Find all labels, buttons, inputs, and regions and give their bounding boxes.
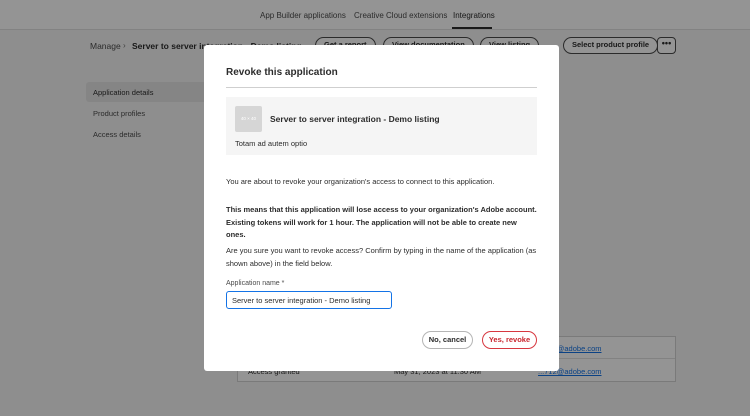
application-description: Totam ad autem optio	[235, 139, 308, 148]
revoke-intro-text: You are about to revoke your organizatio…	[226, 177, 495, 186]
application-name-label: Application name *	[226, 280, 284, 287]
revoke-dialog: Revoke this application 40 × 40 Server t…	[204, 45, 559, 371]
field-label-text: Application name	[226, 280, 280, 287]
cancel-button[interactable]: No, cancel	[422, 331, 473, 349]
revoke-warning-text: This means that this application will lo…	[226, 205, 537, 239]
application-thumbnail: 40 × 40	[235, 106, 262, 132]
application-name-input[interactable]	[226, 291, 392, 309]
required-indicator: *	[281, 280, 285, 287]
divider	[226, 87, 537, 88]
application-name: Server to server integration - Demo list…	[270, 114, 440, 124]
confirm-instructions-text: Are you sure you want to revoke access? …	[226, 246, 537, 268]
application-card: 40 × 40 Server to server integration - D…	[226, 97, 537, 155]
revoke-button[interactable]: Yes, revoke	[482, 331, 537, 349]
dialog-title: Revoke this application	[226, 67, 338, 78]
